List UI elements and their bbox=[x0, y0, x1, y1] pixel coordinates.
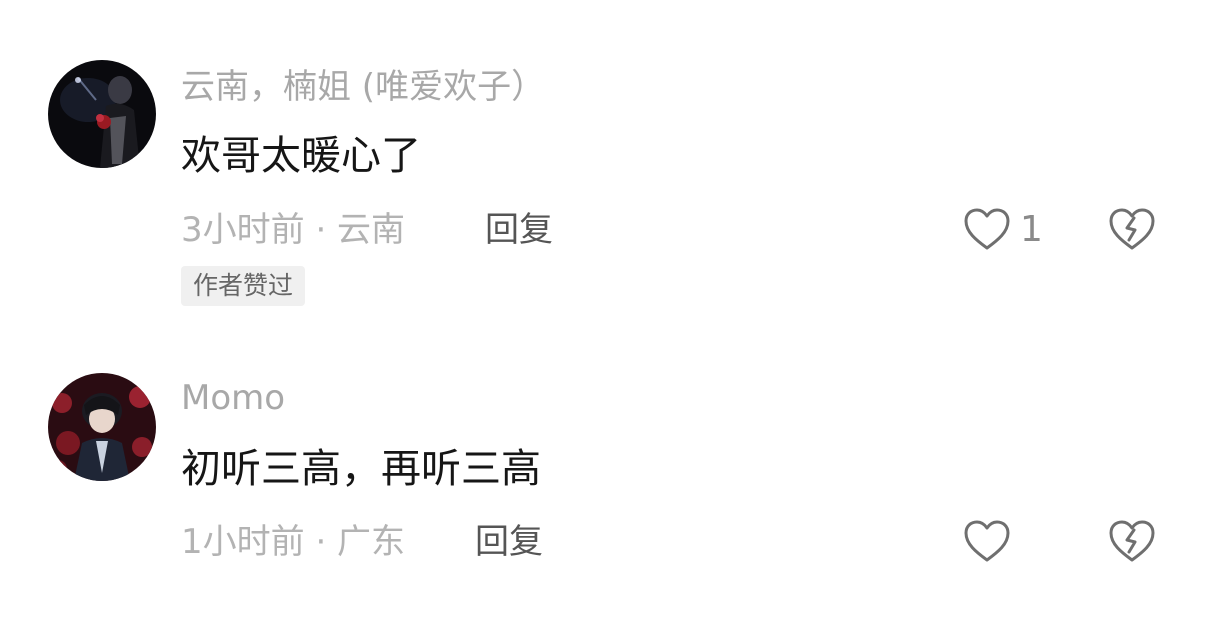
broken-heart-icon bbox=[1109, 520, 1155, 562]
broken-heart-icon bbox=[1109, 208, 1155, 250]
comment-time-location: 3小时前 · 云南 bbox=[181, 210, 406, 250]
comment-text: 初听三高，再听三高 bbox=[181, 446, 541, 492]
heart-outline-icon bbox=[964, 520, 1010, 562]
like-button[interactable] bbox=[962, 206, 1012, 254]
like-button[interactable] bbox=[962, 518, 1012, 566]
dislike-button[interactable] bbox=[1107, 206, 1157, 254]
dislike-button[interactable] bbox=[1107, 518, 1157, 566]
reply-button[interactable]: 回复 bbox=[475, 522, 543, 562]
avatar[interactable] bbox=[48, 60, 156, 168]
like-count: 1 bbox=[1020, 209, 1043, 250]
comment-text: 欢哥太暖心了 bbox=[181, 133, 421, 179]
username[interactable]: 云南，楠姐 (唯爱欢子） bbox=[181, 67, 545, 107]
author-liked-badge: 作者赞过 bbox=[181, 266, 306, 306]
reply-button[interactable]: 回复 bbox=[485, 210, 553, 250]
comment-time-location: 1小时前 · 广东 bbox=[181, 522, 406, 562]
comment-item: Momo 初听三高，再听三高 1小时前 · 广东 回复 bbox=[0, 330, 1206, 627]
comment-item: 云南，楠姐 (唯爱欢子） 欢哥太暖心了 3小时前 · 云南 回复 作者赞过 1 bbox=[0, 0, 1206, 330]
username[interactable]: Momo bbox=[181, 378, 285, 418]
avatar[interactable] bbox=[48, 373, 156, 481]
heart-outline-icon bbox=[964, 208, 1010, 250]
